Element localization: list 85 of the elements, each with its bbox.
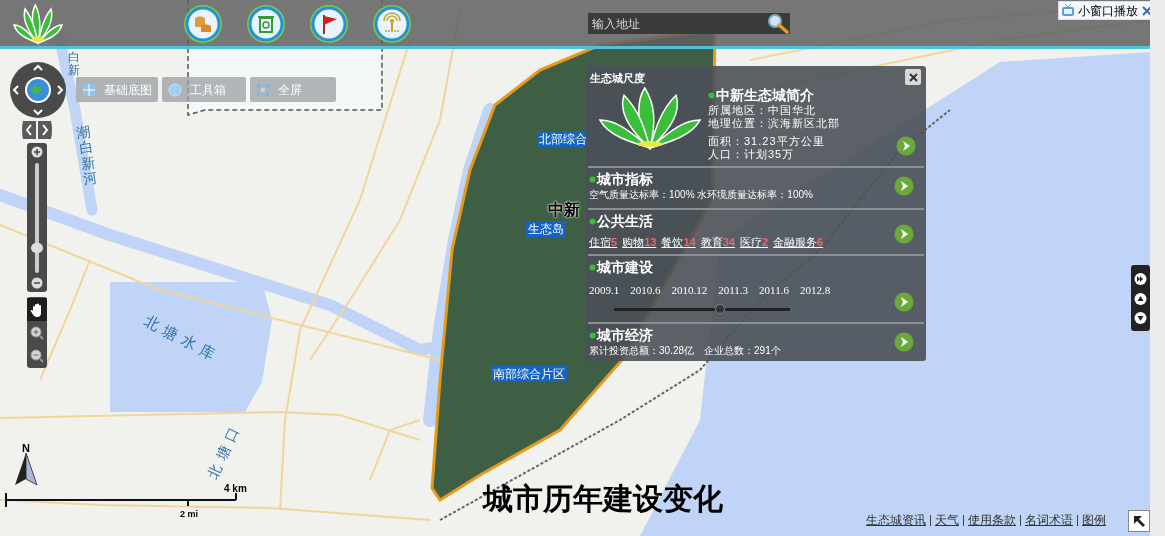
slider-thumb[interactable] [31,243,43,253]
page-nav-control[interactable] [1131,265,1150,331]
collapse-button[interactable] [1128,510,1150,532]
year-label[interactable]: 2011.6 [759,282,789,299]
grid-icon [82,82,96,97]
go-button[interactable] [896,136,916,156]
circle-icon [168,82,182,97]
go-button[interactable] [894,332,914,352]
tool-button[interactable] [247,5,285,43]
category-link[interactable]: 餐饮14 [661,234,696,251]
section-title: 城市指标 [597,170,653,188]
panel-title: 生态城尺度 [590,71,645,86]
tool-button[interactable] [373,5,411,43]
footer-link[interactable]: 生态城资讯 [866,511,926,529]
map-tool-button[interactable] [27,298,47,321]
map-label: 北塘口 [203,418,246,483]
north-arrow-icon [14,453,38,485]
info-text: 空气质量达标率：100% 水环境质量达标率：100% [588,188,814,201]
go-button[interactable] [894,224,914,244]
antenna-icon [374,6,410,42]
rotate-control[interactable] [21,121,53,139]
close-icon [908,72,918,82]
map-label: 北部综合 [537,131,589,147]
year-label[interactable]: 2010.6 [630,282,661,299]
category-link[interactable]: 教育34 [700,234,735,251]
caption: 城市历年建设变化 [483,481,723,517]
section-title: 中新生态城简介 [716,86,814,104]
trash-icon [248,6,284,42]
scale-label: 2 mi [180,508,198,521]
info-text: 地理位置：滨海新区北部 [708,117,840,130]
footer-link[interactable]: 使用条款 [968,511,1016,529]
close-icon[interactable] [1141,4,1153,17]
bullet-icon [589,176,596,183]
info-text: 人口：计划35万 [708,148,796,161]
bullet-icon [589,218,596,225]
map-label: 北塘水库 [140,310,225,368]
tool-button[interactable] [184,5,222,43]
bullet-icon [589,264,596,271]
arrow-icon [1132,514,1146,528]
map-label: 生态岛 [526,221,566,237]
search-field[interactable]: 输入地址 [588,13,766,34]
map-label: 白新 [68,51,80,78]
logo-icon [598,86,702,150]
logo-icon [12,3,64,45]
info-text: 面积：31.23平方公里 [708,135,826,148]
info-text: 累计投资总额：30.28亿 企业总数：291个 [588,344,782,357]
section-title: 城市建设 [597,258,653,276]
year-label[interactable]: 2012.8 [799,282,831,299]
footer-link[interactable]: 名词术语 [1025,511,1073,529]
footer-link[interactable]: 图例 [1082,511,1106,529]
plus-icon[interactable] [31,146,43,158]
category-link[interactable]: 医疗2 [739,234,768,251]
section-title: 公共生活 [597,212,653,230]
bullet-icon [708,92,715,99]
scrollbar[interactable] [1150,0,1165,536]
go-button[interactable] [894,292,914,312]
zoom-out-icon [29,347,45,364]
info-text: 所属地区：中国华北 [708,104,817,117]
minus-icon[interactable] [31,277,43,289]
tv-icon [1061,4,1075,17]
pan-control[interactable] [9,61,67,119]
footer-link[interactable]: 天气 [935,511,959,529]
north-label: N [22,441,30,456]
coins-icon [185,6,221,42]
expand-icon [256,82,270,97]
year-label[interactable]: 2009.1 [589,282,620,299]
go-button[interactable] [894,176,914,196]
zoom-in-icon [29,324,45,341]
map-label: 中新 [548,200,580,220]
bullet-icon [589,332,596,339]
zoom-slider[interactable] [27,143,47,292]
year-label[interactable]: 2011.3 [718,282,749,299]
category-link[interactable]: 住宿5 [589,234,618,251]
category-link[interactable]: 金融服务6 [773,234,824,251]
section-title: 城市经济 [597,326,653,344]
tool-button[interactable] [310,5,348,43]
flag-icon [311,6,347,42]
close-button[interactable] [905,69,921,85]
scale-label: 4 km [224,482,247,496]
map-label: 南部综合片区 [491,366,567,382]
map-label: 潮白新河 [75,124,99,188]
year-label[interactable]: 2010.12 [671,282,708,299]
category-link[interactable]: 购物13 [622,234,657,251]
slider-thumb[interactable] [714,304,725,314]
search-icon[interactable] [766,13,790,34]
